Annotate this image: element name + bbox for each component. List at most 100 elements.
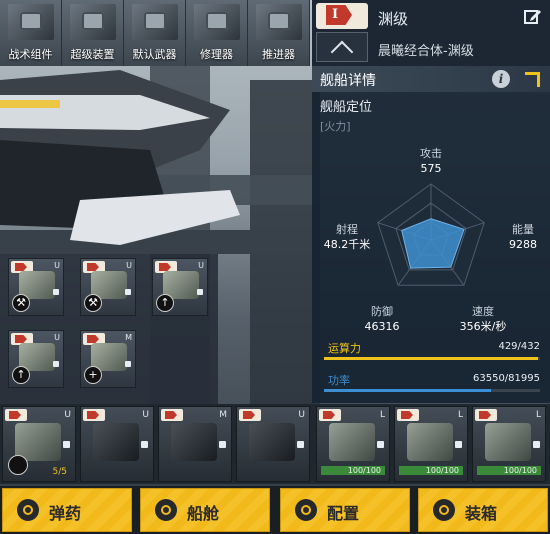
tab-repairer[interactable]: 修理器: [186, 0, 248, 66]
tab-thruster[interactable]: 推进器: [248, 0, 310, 66]
stat-defense-value: 46316: [364, 320, 400, 333]
wrench-icon[interactable]: ⚒: [84, 294, 102, 312]
equipment-slot[interactable]: U: [236, 406, 310, 482]
equipment-slot[interactable]: U: [80, 406, 154, 482]
stat-attack-label: 攻击: [420, 147, 442, 160]
equipment-slot[interactable]: L 100/100: [316, 406, 390, 482]
durability-bar: 100/100: [321, 466, 385, 475]
ship-name: 晨曦经合体-渊级: [378, 44, 474, 59]
equipment-slot[interactable]: M: [158, 406, 232, 482]
ship-role: [火力]: [320, 120, 351, 133]
tab-label: 战术组件: [8, 48, 53, 61]
stat-attack-value: 575: [420, 162, 442, 175]
durability-bar: 100/100: [477, 466, 541, 475]
tier-badge: [475, 409, 497, 421]
lock-icon: [297, 441, 304, 448]
config-button-label: 配置: [327, 504, 360, 523]
slot-type: U: [198, 261, 204, 270]
lock-icon: [125, 289, 131, 295]
lock-icon: [63, 441, 70, 448]
equipment-image: [93, 423, 139, 461]
power-bar: 功率 63550/81995: [324, 372, 540, 394]
section-title: 舰船定位: [320, 100, 373, 115]
slot-type: M: [219, 410, 227, 420]
equipment-image: [171, 423, 217, 461]
tier-badge: [5, 409, 27, 421]
cabin-icon: [155, 499, 177, 521]
module-slot[interactable]: U ↑: [8, 330, 64, 388]
stat-defense-label: 防御: [371, 305, 393, 318]
compute-fill: [324, 357, 539, 360]
slot-type: U: [142, 410, 149, 420]
slot-type: U: [126, 261, 132, 270]
tab-label: 推进器: [262, 48, 295, 61]
ammo-icon: [17, 499, 39, 521]
tier-badge: I: [316, 3, 368, 29]
tier-badge: [83, 409, 105, 421]
edit-icon[interactable]: [524, 7, 542, 25]
ship-details-panel: 舰船详情 i 舰船定位 [火力] 攻击 575 能量 9288 速度 356米/秒 防…: [312, 66, 550, 403]
lock-icon: [455, 441, 462, 448]
stat-speed: 速度 356米/秒: [448, 304, 518, 334]
equipment-image: [485, 423, 531, 461]
slot-type: L: [457, 410, 463, 420]
tab-label: 修理器: [200, 48, 233, 61]
details-title-bar: 舰船详情 i: [312, 66, 550, 92]
compute-value: 429/432: [498, 341, 540, 352]
module-slot[interactable]: U ⚒: [80, 258, 136, 316]
config-button[interactable]: 配置: [280, 488, 410, 532]
lock-icon: [197, 289, 203, 295]
collapse-icon[interactable]: [525, 72, 540, 87]
tab-default-weapon[interactable]: 默认武器: [124, 0, 186, 66]
info-icon[interactable]: i: [492, 70, 510, 88]
lock-icon: [53, 361, 59, 367]
equipment-slot[interactable]: L 100/100: [394, 406, 468, 482]
equipment-row: U 5/5 U M U L 100/100 L 100/100 L 100/100: [0, 404, 550, 484]
tier-label: I: [326, 5, 352, 25]
ammo-button[interactable]: 弹药: [2, 488, 132, 532]
repairer-icon: [194, 4, 240, 40]
crate-button[interactable]: 装箱: [418, 488, 548, 532]
stat-energy: 能量 9288: [498, 222, 548, 252]
slot-type: U: [298, 410, 305, 420]
ship-class: 渊级: [378, 10, 409, 28]
cabin-button[interactable]: 船舱: [140, 488, 270, 532]
module-slot-panel: U ⚒ U ⚒ U ↑ U ↑ M +: [0, 254, 218, 404]
slot-type: L: [379, 410, 385, 420]
tier-badge: [239, 409, 261, 421]
wrench-icon[interactable]: ⚒: [12, 294, 30, 312]
stat-energy-value: 9288: [509, 238, 537, 251]
compute-bar: 运算力 429/432: [324, 340, 540, 362]
stat-speed-value: 356米/秒: [459, 320, 507, 333]
equipment-slot[interactable]: U 5/5: [2, 406, 76, 482]
compute-track: [324, 357, 540, 360]
module-slot[interactable]: U ↑: [152, 258, 208, 316]
power-label: 功率: [328, 374, 350, 387]
module-slot[interactable]: M +: [80, 330, 136, 388]
tab-label: 默认武器: [132, 48, 177, 61]
tier-badge: [319, 409, 341, 421]
equipment-slot[interactable]: L 100/100: [472, 406, 546, 482]
stat-speed-label: 速度: [472, 305, 494, 318]
slot-type: L: [535, 410, 541, 420]
stat-range-value: 48.2千米: [323, 238, 371, 251]
config-icon: [295, 499, 317, 521]
tab-tactical-component[interactable]: 战术组件: [0, 0, 62, 66]
tactical-component-icon: [8, 4, 54, 40]
crate-icon: [433, 499, 455, 521]
upgrade-icon[interactable]: ↑: [156, 294, 174, 312]
ammo-count: 5/5: [52, 467, 67, 477]
stat-range: 射程 48.2千米: [314, 222, 380, 252]
durability-bar: 100/100: [399, 466, 463, 475]
add-icon[interactable]: +: [84, 366, 102, 384]
upgrade-icon[interactable]: ↑: [12, 366, 30, 384]
module-slot[interactable]: U ⚒: [8, 258, 64, 316]
home-icon[interactable]: [316, 32, 368, 62]
stat-range-label: 射程: [336, 223, 358, 236]
wrench-icon[interactable]: [8, 455, 28, 475]
tab-super-device[interactable]: 超级装置: [62, 0, 124, 66]
super-device-icon: [70, 4, 116, 40]
stat-energy-label: 能量: [512, 223, 534, 236]
cabin-button-label: 船舱: [187, 504, 220, 523]
details-title: 舰船详情: [320, 73, 376, 89]
